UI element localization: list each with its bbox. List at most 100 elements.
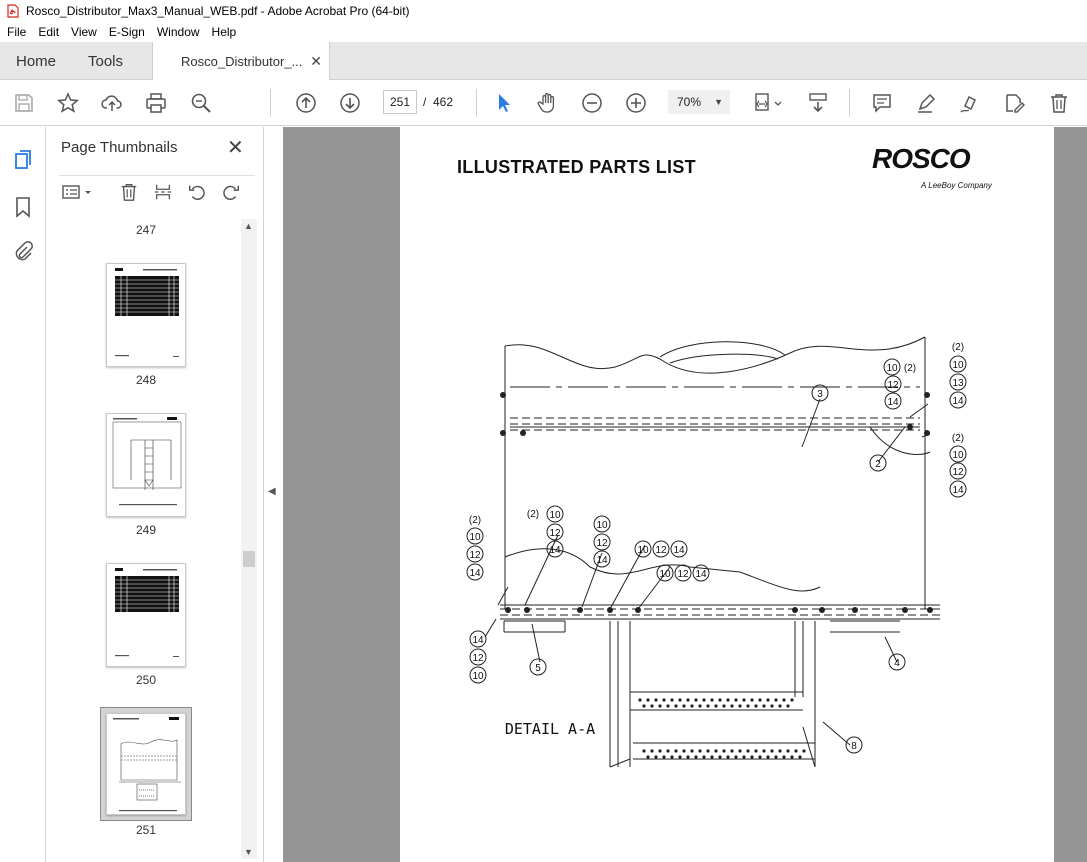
pdf-page: ILLUSTRATED PARTS LIST ROSCO A LeeBoy Co… <box>400 127 1054 862</box>
toolbar-divider <box>270 89 271 117</box>
detail-label: DETAIL A-A <box>505 720 595 738</box>
thumbnail-options-icon[interactable] <box>61 181 95 203</box>
left-rail <box>0 127 46 862</box>
thumbnail-page-248[interactable] <box>106 263 186 367</box>
svg-text:14: 14 <box>469 568 481 579</box>
scroll-mode-icon[interactable] <box>805 90 831 116</box>
tab-document[interactable]: Rosco_Distributor_... ✕ <box>152 42 330 81</box>
svg-text:4: 4 <box>894 658 900 669</box>
svg-text:10: 10 <box>469 532 481 543</box>
tab-document-label: Rosco_Distributor_... <box>181 54 303 69</box>
svg-text:(2): (2) <box>952 433 964 444</box>
edit-pdf-icon[interactable] <box>1001 90 1027 116</box>
window-title: Rosco_Distributor_Max3_Manual_WEB.pdf - … <box>26 4 410 18</box>
svg-text:14: 14 <box>952 396 964 407</box>
thumbnails-panel: Page Thumbnails ✕ ▲ ▼ 247 248 249 250 25… <box>47 127 263 862</box>
svg-text:12: 12 <box>549 528 561 539</box>
svg-text:14: 14 <box>472 635 484 646</box>
svg-text:12: 12 <box>472 653 484 664</box>
svg-text:14: 14 <box>887 397 899 408</box>
svg-text:10: 10 <box>472 671 484 682</box>
scrollbar-thumb[interactable] <box>243 551 255 567</box>
svg-text:14: 14 <box>549 545 561 556</box>
thumbnail-label: 251 <box>135 823 157 837</box>
close-panel-icon[interactable]: ✕ <box>227 135 244 160</box>
rotate-right-icon[interactable] <box>219 181 243 203</box>
thumbnail-page-250[interactable] <box>106 563 186 667</box>
select-cursor-icon[interactable] <box>491 90 517 116</box>
svg-text:10: 10 <box>952 450 964 461</box>
svg-text:13: 13 <box>952 378 964 389</box>
svg-text:12: 12 <box>952 467 964 478</box>
tab-tools[interactable]: Tools <box>88 42 123 80</box>
svg-text:10: 10 <box>637 545 649 556</box>
previous-page-icon[interactable] <box>293 90 319 116</box>
main-toolbar <box>0 80 1087 126</box>
svg-text:14: 14 <box>673 545 685 556</box>
thumbnails-scrollbar[interactable]: ▲ ▼ <box>241 219 257 859</box>
thumbnail-label: 247 <box>135 223 157 237</box>
parts-diagram: (2) 10 13 14 10 (2) 12 14 (2) 10 12 14 3… <box>466 336 967 768</box>
chevron-down-icon: ▼ <box>714 97 723 107</box>
next-page-icon[interactable] <box>337 90 363 116</box>
thumbnails-toolbar <box>59 175 255 205</box>
acrobat-window: Rosco_Distributor_Max3_Manual_WEB.pdf - … <box>0 0 1087 862</box>
svg-text:10: 10 <box>549 510 561 521</box>
thumbnail-page-249[interactable] <box>106 413 186 517</box>
hand-tool-icon[interactable] <box>535 90 561 116</box>
tab-home[interactable]: Home <box>16 42 56 80</box>
fit-page-icon[interactable] <box>750 90 786 116</box>
print-icon[interactable] <box>143 90 169 116</box>
toolbar-divider <box>849 89 850 117</box>
zoom-search-icon[interactable] <box>188 90 214 116</box>
scroll-up-icon[interactable]: ▲ <box>244 221 253 231</box>
zoom-select[interactable]: 70% ▼ <box>668 90 730 114</box>
insert-page-icon[interactable] <box>151 181 175 203</box>
svg-text:12: 12 <box>887 380 899 391</box>
menu-bar: File Edit View E-Sign Window Help <box>0 22 1087 42</box>
rotate-left-icon[interactable] <box>185 181 209 203</box>
zoom-in-icon[interactable] <box>623 90 649 116</box>
bookmark-star-icon[interactable] <box>55 90 81 116</box>
sign-pen-icon[interactable] <box>957 90 983 116</box>
svg-text:14: 14 <box>695 569 707 580</box>
bookmarks-icon[interactable] <box>10 194 36 220</box>
document-view[interactable]: ILLUSTRATED PARTS LIST ROSCO A LeeBoy Co… <box>283 127 1087 862</box>
page-thumbnails-icon[interactable] <box>10 147 36 173</box>
thumbnail-label: 248 <box>135 373 157 387</box>
svg-text:(2): (2) <box>469 515 481 526</box>
svg-text:3: 3 <box>817 389 823 400</box>
menu-file[interactable]: File <box>1 25 32 39</box>
zoom-out-icon[interactable] <box>579 90 605 116</box>
svg-text:2: 2 <box>875 459 881 470</box>
svg-text:12: 12 <box>469 550 481 561</box>
menu-esign[interactable]: E-Sign <box>103 25 151 39</box>
menu-edit[interactable]: Edit <box>32 25 65 39</box>
svg-text:5: 5 <box>535 663 541 674</box>
svg-text:14: 14 <box>596 555 608 566</box>
delete-trash-icon[interactable] <box>1046 90 1072 116</box>
page-number-input[interactable]: 251 <box>383 90 417 114</box>
scroll-down-icon[interactable]: ▼ <box>244 847 253 857</box>
svg-text:8: 8 <box>851 741 857 752</box>
thumbnail-page-251[interactable] <box>106 713 186 815</box>
save-icon[interactable] <box>11 90 37 116</box>
svg-text:12: 12 <box>596 538 608 549</box>
upload-cloud-icon[interactable] <box>99 90 125 116</box>
comment-icon[interactable] <box>869 90 895 116</box>
tabs-bar: Home Tools Rosco_Distributor_... ✕ <box>0 42 1087 81</box>
page-separator: / <box>423 95 427 109</box>
menu-view[interactable]: View <box>65 25 103 39</box>
svg-text:(2): (2) <box>904 363 916 374</box>
svg-text:12: 12 <box>655 545 667 556</box>
highlight-pen-icon[interactable] <box>913 90 939 116</box>
svg-text:10: 10 <box>952 360 964 371</box>
delete-page-icon[interactable] <box>117 181 141 203</box>
zoom-value: 70% <box>677 95 702 109</box>
svg-text:(2): (2) <box>952 342 964 353</box>
close-tab-icon[interactable]: ✕ <box>310 53 322 70</box>
attachments-paperclip-icon[interactable] <box>10 239 36 265</box>
menu-help[interactable]: Help <box>206 25 243 39</box>
menu-window[interactable]: Window <box>151 25 206 39</box>
collapse-panel-icon[interactable]: ◀ <box>268 486 276 497</box>
